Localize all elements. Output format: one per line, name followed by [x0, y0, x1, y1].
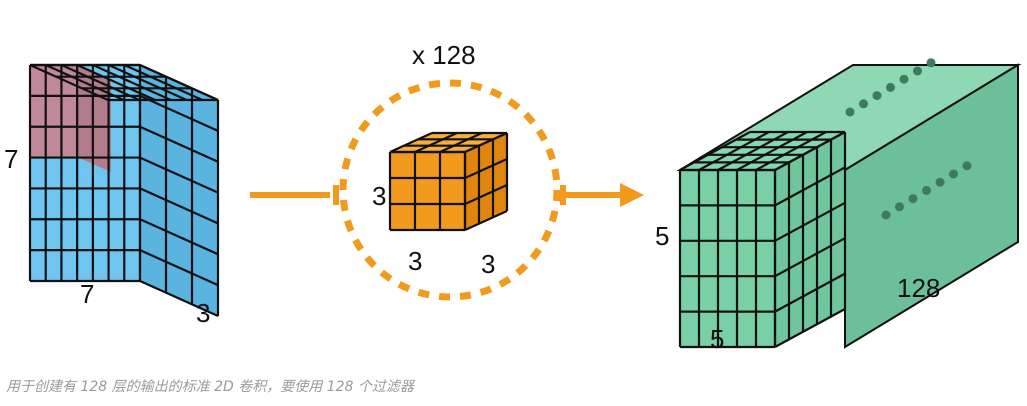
continuation-dot — [926, 58, 936, 68]
continuation-dot — [895, 202, 904, 212]
kernel-height-label: 3 — [372, 181, 386, 211]
input-width-label: 7 — [80, 279, 94, 309]
continuation-dot — [949, 169, 958, 179]
continuation-dot — [908, 194, 918, 204]
output-depth-label: 128 — [897, 273, 940, 303]
kernel-front-face — [390, 152, 465, 230]
continuation-dot — [881, 210, 891, 220]
arrow-to-output — [560, 183, 644, 207]
kernel-multiplier-label: x 128 — [412, 40, 476, 70]
continuation-dot — [935, 177, 945, 187]
figure-caption: 用于创建有 128 层的输出的标准 2D 卷积，要使用 128 个过滤器 — [6, 379, 414, 395]
output-volume: 5 5 128 — [655, 58, 1022, 354]
continuation-dot — [962, 161, 972, 171]
kernel-depth-label: 3 — [481, 249, 495, 279]
continuation-dot — [922, 185, 931, 195]
output-height-label: 5 — [655, 221, 669, 251]
arrow-to-kernel — [250, 185, 339, 205]
input-right-face — [140, 65, 218, 316]
convolution-diagram: 7 7 3 x 128 3 3 3 5 5 128 — [4, 40, 1022, 354]
kernel: x 128 3 3 3 — [339, 40, 561, 301]
continuation-dot — [886, 82, 895, 92]
continuation-dot — [913, 66, 922, 76]
input-highlight-front — [30, 65, 77, 157]
kernel-width-label: 3 — [408, 246, 422, 276]
continuation-dot — [872, 91, 882, 101]
continuation-dot — [859, 99, 868, 109]
input-volume: 7 7 3 — [4, 63, 220, 328]
continuation-dot — [899, 74, 909, 84]
continuation-dot — [845, 107, 855, 117]
input-height-label: 7 — [4, 144, 18, 174]
output-front-face — [680, 170, 775, 347]
output-width-label: 5 — [710, 324, 724, 354]
input-depth-label: 3 — [196, 298, 210, 328]
